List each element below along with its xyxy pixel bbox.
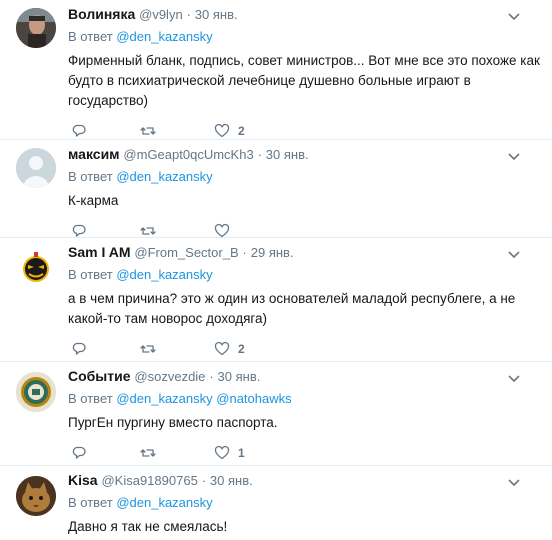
user-handle[interactable]: @v9lyn bbox=[139, 7, 183, 22]
serious-sam-bomb-icon bbox=[16, 248, 56, 288]
like-button[interactable]: 2 bbox=[214, 339, 245, 359]
reply-icon bbox=[72, 224, 86, 237]
separator-dot: · bbox=[242, 245, 247, 260]
retweet-icon bbox=[140, 127, 156, 135]
retweet-icon bbox=[140, 345, 156, 353]
heart-icon bbox=[214, 123, 230, 138]
replying-to: В ответ @den_kazansky bbox=[68, 168, 540, 186]
tweet-header: максим @mGeapt0qcUmcKh3 · 30 янв. bbox=[68, 146, 540, 162]
timestamp[interactable]: 30 янв. bbox=[195, 7, 238, 22]
like-count: 2 bbox=[238, 342, 245, 356]
avatar[interactable] bbox=[16, 372, 56, 412]
display-name[interactable]: Волиняка bbox=[68, 6, 135, 22]
tweet-header: Событие @sozvezdie · 30 янв. bbox=[68, 368, 540, 384]
tweet-header: Kisa @Kisa91890765 · 30 янв. bbox=[68, 472, 540, 488]
timestamp[interactable]: 30 янв. bbox=[210, 473, 253, 488]
reply-icon bbox=[72, 124, 86, 137]
separator-dot: · bbox=[186, 7, 191, 22]
user-handle[interactable]: @From_Sector_B bbox=[134, 245, 238, 260]
chevron-down-icon[interactable] bbox=[506, 148, 522, 164]
like-button[interactable]: 1 bbox=[214, 443, 245, 463]
reply-mention-link[interactable]: @den_kazansky bbox=[116, 391, 212, 406]
reply-mention-link[interactable]: @den_kazansky bbox=[116, 267, 212, 282]
replying-to: В ответ @den_kazansky bbox=[68, 494, 540, 512]
like-count: 1 bbox=[238, 446, 245, 460]
like-count: 2 bbox=[238, 124, 245, 138]
avatar[interactable] bbox=[16, 476, 56, 516]
replying-to: В ответ @den_kazansky bbox=[68, 28, 540, 46]
reply-icon bbox=[72, 446, 86, 459]
like-button[interactable]: 2 bbox=[214, 121, 245, 141]
reply-mention-link[interactable]: @natohawks bbox=[216, 391, 291, 406]
reply-mention-link[interactable]: @den_kazansky bbox=[116, 495, 212, 510]
user-handle[interactable]: @mGeapt0qcUmcKh3 bbox=[123, 147, 253, 162]
timestamp[interactable]: 30 янв. bbox=[266, 147, 309, 162]
retweet-icon bbox=[140, 227, 156, 235]
chevron-down-icon[interactable] bbox=[506, 474, 522, 490]
retweet-button[interactable] bbox=[140, 443, 156, 463]
default-avatar-icon bbox=[16, 148, 56, 188]
reply-prefix: В ответ bbox=[68, 495, 113, 510]
reply-prefix: В ответ bbox=[68, 169, 113, 184]
photo-man-icon bbox=[16, 8, 56, 48]
heart-icon bbox=[214, 223, 230, 238]
reply-mention-link[interactable]: @den_kazansky bbox=[116, 169, 212, 184]
reply-mention-link[interactable]: @den_kazansky bbox=[116, 29, 212, 44]
display-name[interactable]: максим bbox=[68, 146, 120, 162]
retweet-button[interactable] bbox=[140, 121, 156, 141]
display-name[interactable]: Событие bbox=[68, 368, 131, 384]
reply-prefix: В ответ bbox=[68, 391, 113, 406]
replying-to: В ответ @den_kazansky @natohawks bbox=[68, 390, 540, 408]
badge-logo-icon bbox=[16, 372, 56, 412]
tweet-text: а в чем причина? это ж один из основател… bbox=[68, 291, 516, 326]
replying-to: В ответ @den_kazansky bbox=[68, 266, 540, 284]
tweet-text: Фирменный бланк, подпись, совет министро… bbox=[68, 53, 540, 108]
tweet-actions: 2 bbox=[68, 339, 540, 359]
reply-button[interactable] bbox=[71, 443, 87, 463]
reply-prefix: В ответ bbox=[68, 267, 113, 282]
display-name[interactable]: Sam I AM bbox=[68, 244, 131, 260]
tweet-text: ПургЕн пургину вместо паспорта. bbox=[68, 415, 278, 430]
display-name[interactable]: Kisa bbox=[68, 472, 98, 488]
chevron-down-icon[interactable] bbox=[506, 370, 522, 386]
reply-prefix: В ответ bbox=[68, 29, 113, 44]
user-handle[interactable]: @sozvezdie bbox=[134, 369, 205, 384]
cat-photo-icon bbox=[16, 476, 56, 516]
chevron-down-icon[interactable] bbox=[506, 246, 522, 262]
timestamp[interactable]: 30 янв. bbox=[218, 369, 261, 384]
reply-button[interactable] bbox=[71, 121, 87, 141]
tweet-actions: 2 bbox=[68, 121, 540, 141]
reply-icon bbox=[72, 342, 86, 355]
tweet[interactable]: Волиняка @v9lyn · 30 янв. В ответ @den_k… bbox=[0, 0, 552, 140]
timestamp[interactable]: 29 янв. bbox=[251, 245, 294, 260]
chevron-down-icon[interactable] bbox=[506, 8, 522, 24]
heart-icon bbox=[214, 341, 230, 356]
tweet[interactable]: Событие @sozvezdie · 30 янв. В ответ @de… bbox=[0, 362, 552, 466]
user-handle[interactable]: @Kisa91890765 bbox=[101, 473, 197, 488]
avatar[interactable] bbox=[16, 248, 56, 288]
tweet[interactable]: Sam I AM @From_Sector_B · 29 янв. В отве… bbox=[0, 238, 552, 362]
avatar[interactable] bbox=[16, 148, 56, 188]
reply-feed: Волиняка @v9lyn · 30 янв. В ответ @den_k… bbox=[0, 0, 552, 540]
reply-button[interactable] bbox=[71, 339, 87, 359]
tweet-text: Давно я так не смеялась! bbox=[68, 519, 228, 534]
heart-icon bbox=[214, 445, 230, 460]
retweet-button[interactable] bbox=[140, 339, 156, 359]
separator-dot: · bbox=[209, 369, 214, 384]
tweet-actions: 1 bbox=[68, 443, 540, 463]
separator-dot: · bbox=[257, 147, 262, 162]
tweet-text: К-карма bbox=[68, 193, 119, 208]
retweet-icon bbox=[140, 449, 156, 457]
tweet-header: Волиняка @v9lyn · 30 янв. bbox=[68, 6, 540, 22]
tweet[interactable]: максим @mGeapt0qcUmcKh3 · 30 янв. В отве… bbox=[0, 140, 552, 238]
separator-dot: · bbox=[201, 473, 207, 488]
avatar[interactable] bbox=[16, 8, 56, 48]
tweet[interactable]: Kisa @Kisa91890765 · 30 янв. В ответ @de… bbox=[0, 466, 552, 540]
tweet-header: Sam I AM @From_Sector_B · 29 янв. bbox=[68, 244, 540, 260]
